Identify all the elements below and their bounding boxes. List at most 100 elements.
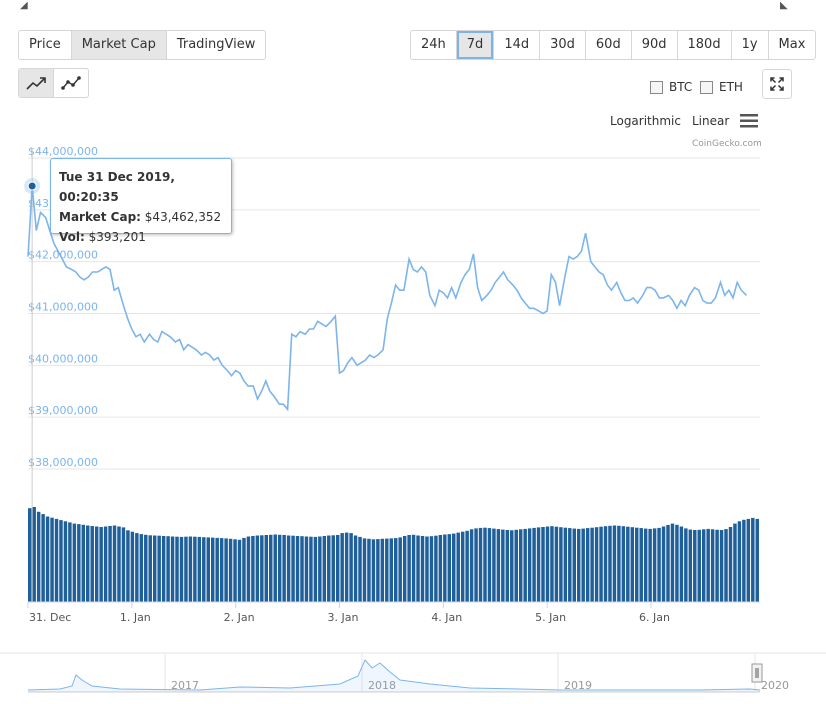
- volume-bar: [86, 525, 90, 602]
- corner-mark-left: ◢: [20, 0, 28, 11]
- x-tick-label: 3. Jan: [327, 611, 358, 624]
- volume-bar: [541, 527, 545, 602]
- volume-bar: [269, 534, 273, 602]
- volume-bar: [45, 516, 50, 602]
- volume-bar: [28, 508, 32, 602]
- volume-bar: [188, 536, 193, 602]
- volume-bar: [282, 535, 286, 602]
- volume-bar: [175, 536, 179, 602]
- y-tick-label: $44,000,000: [28, 145, 98, 158]
- volume-bar: [420, 536, 425, 602]
- y-tick-label: $39,000,000: [28, 404, 98, 417]
- volume-bar: [112, 525, 117, 602]
- volume-bar: [322, 536, 327, 602]
- x-tick-label: 2. Jan: [224, 611, 255, 624]
- volume-bar: [447, 534, 452, 602]
- volume-bar: [380, 538, 385, 602]
- volume-bar: [291, 535, 295, 602]
- volume-bar: [242, 537, 246, 602]
- volume-bar: [72, 523, 77, 602]
- volume-bar: [117, 526, 121, 602]
- tooltip-date: Tue 31 Dec 2019, 00:20:35: [59, 170, 175, 204]
- volume-bar: [554, 526, 559, 602]
- x-tick-label: 4. Jan: [431, 611, 462, 624]
- navigator-year-label: 2020: [761, 679, 789, 692]
- volume-bar: [273, 534, 277, 602]
- volume-bar: [518, 529, 523, 602]
- volume-bar: [148, 535, 152, 602]
- volume-bar: [126, 530, 130, 602]
- volume-bar: [510, 530, 514, 602]
- volume-bar: [719, 530, 724, 602]
- volume-bar: [733, 523, 737, 602]
- volume-bar: [630, 527, 635, 602]
- volume-bar: [246, 536, 251, 602]
- volume-bar: [237, 539, 242, 602]
- volume-bar: [585, 528, 590, 602]
- tooltip-cap-label: Market Cap:: [59, 210, 141, 224]
- volume-bar: [371, 539, 376, 602]
- volume-bar: [527, 528, 532, 602]
- volume-bar: [144, 534, 148, 602]
- volume-bar: [652, 528, 657, 602]
- volume-bar: [460, 531, 465, 602]
- volume-bar: [233, 539, 237, 602]
- volume-bar: [179, 536, 184, 602]
- volume-bar: [675, 524, 679, 602]
- volume-bar: [130, 531, 135, 602]
- y-tick-label: $40,000,000: [28, 352, 98, 365]
- volume-bar: [77, 524, 81, 602]
- volume-bar: [309, 536, 313, 602]
- tooltip-vol-label: Vol:: [59, 230, 85, 244]
- volume-bar: [121, 527, 126, 602]
- x-tick-label: 6. Jan: [639, 611, 670, 624]
- volume-bar: [746, 518, 751, 602]
- volume-bar: [724, 529, 728, 602]
- volume-bar: [483, 527, 487, 602]
- volume-bar: [639, 528, 643, 602]
- volume-bar: [599, 526, 603, 602]
- corner-mark-right: ◣: [780, 0, 788, 11]
- volume-bar: [693, 530, 697, 602]
- volume-bar: [99, 527, 103, 602]
- volume-bar: [621, 526, 626, 602]
- volume-bar: [469, 529, 474, 602]
- volume-bar: [626, 526, 630, 602]
- x-tick-label: 31. Dec: [29, 611, 71, 624]
- volume-bar: [184, 536, 188, 602]
- volume-bar: [398, 537, 402, 602]
- volume-bar: [313, 536, 318, 602]
- volume-bar: [206, 537, 210, 602]
- hover-point: [27, 181, 37, 191]
- volume-bar: [550, 526, 554, 602]
- volume-bar: [666, 525, 670, 602]
- y-tick-label: $38,000,000: [28, 456, 98, 469]
- volume-bar: [318, 536, 322, 602]
- navigator-handle[interactable]: [751, 663, 763, 683]
- volume-bar: [277, 534, 282, 602]
- volume-bar: [161, 536, 166, 602]
- volume-bar: [389, 538, 393, 603]
- volume-bar: [496, 529, 501, 602]
- volume-bar: [501, 529, 505, 602]
- volume-bar: [612, 525, 617, 602]
- volume-bar: [286, 535, 291, 602]
- volume-bar: [59, 520, 63, 602]
- volume-bar: [710, 529, 715, 602]
- volume-bar: [304, 536, 309, 602]
- volume-bar: [737, 521, 742, 603]
- volume-bar: [340, 533, 344, 602]
- volume-bar: [443, 534, 447, 602]
- volume-bar: [563, 527, 568, 602]
- volume-bar: [335, 535, 340, 602]
- volume-bar: [670, 523, 675, 602]
- volume-bar: [545, 526, 550, 602]
- volume-bar: [701, 529, 706, 602]
- volume-bar: [456, 532, 460, 602]
- volume-bar: [402, 536, 407, 602]
- volume-bar: [532, 527, 536, 602]
- volume-bar: [41, 514, 45, 602]
- volume-bar: [224, 538, 228, 603]
- navigator[interactable]: 2017 2018 2019 2020: [0, 652, 826, 693]
- volume-bar: [715, 529, 719, 602]
